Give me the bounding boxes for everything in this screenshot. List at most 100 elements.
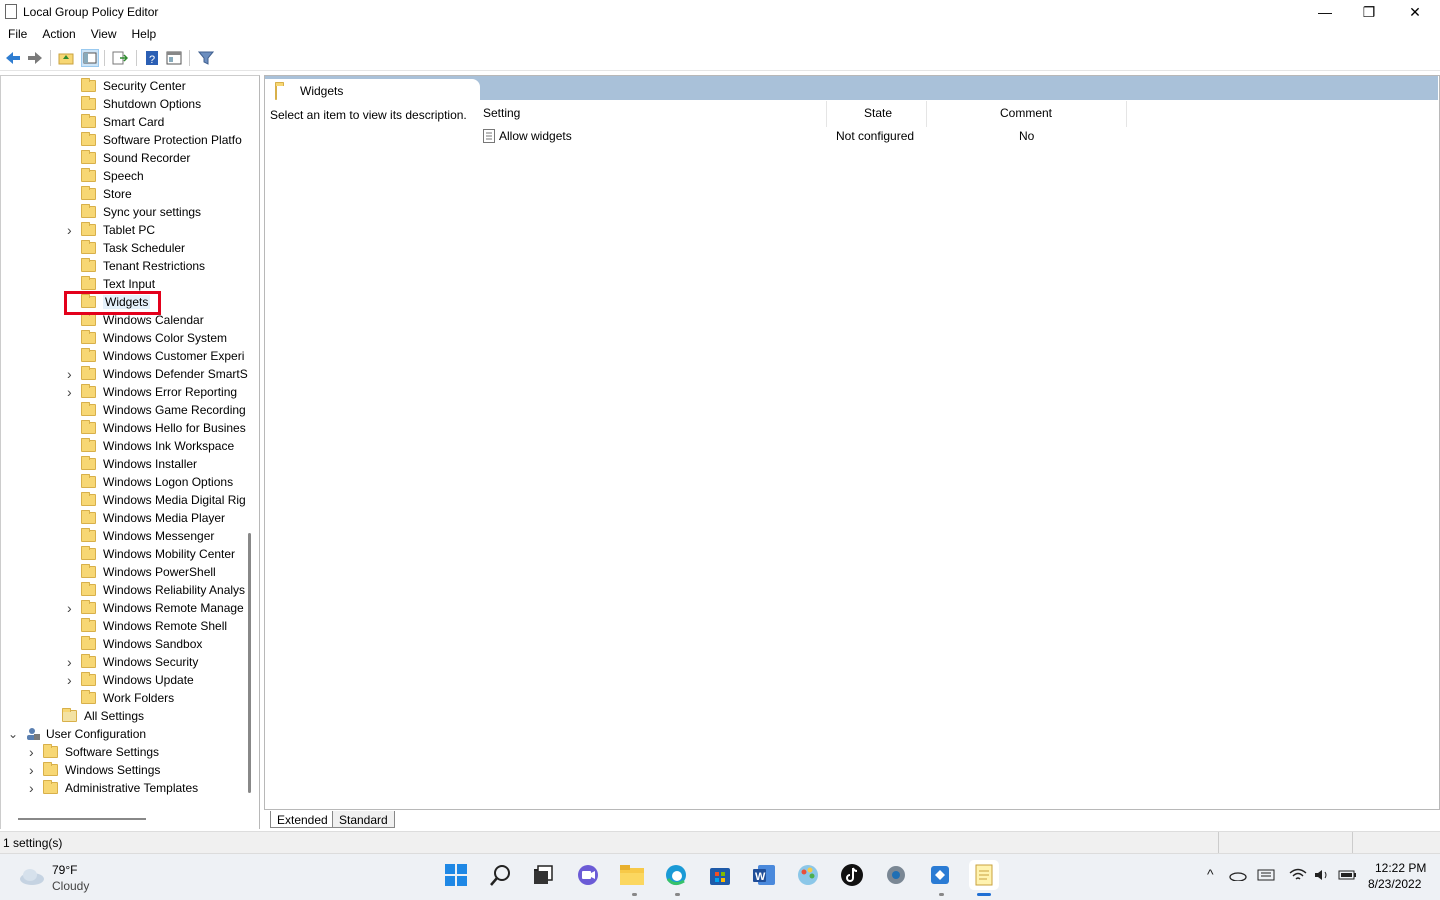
tree-item[interactable]: Windows Mobility Center	[81, 545, 235, 563]
devtools-icon[interactable]	[925, 860, 955, 890]
clock-time[interactable]: 12:22 PM	[1375, 861, 1426, 875]
minimize-button[interactable]: —	[1302, 0, 1348, 24]
edge-icon[interactable]	[661, 860, 691, 890]
tree-item[interactable]: › Software Settings	[29, 743, 159, 761]
tree-item[interactable]: Windows Installer	[81, 455, 197, 473]
chevron-right-icon[interactable]: ›	[29, 780, 34, 796]
tree-item[interactable]: › Windows Error Reporting	[67, 383, 237, 401]
tree-item[interactable]: Security Center	[81, 77, 186, 95]
table-row[interactable]: Allow widgets Not configured No	[481, 128, 1126, 146]
tree-item[interactable]: › Windows Remote Manage	[67, 599, 244, 617]
tree-item[interactable]: Windows Media Digital Rig	[81, 491, 246, 509]
word-icon[interactable]: W	[749, 860, 779, 890]
file-explorer-icon[interactable]	[617, 860, 647, 890]
up-folder-icon[interactable]	[57, 49, 75, 67]
column-header-setting[interactable]: Setting	[483, 106, 520, 120]
notepad-icon[interactable]	[969, 860, 999, 890]
tree-item[interactable]: Windows PowerShell	[81, 563, 216, 581]
onedrive-icon[interactable]	[1229, 869, 1247, 884]
tree-item[interactable]: › Windows Security	[67, 653, 198, 671]
tree-item[interactable]: Windows Remote Shell	[81, 617, 227, 635]
svg-text:?: ?	[149, 54, 155, 66]
tree-item[interactable]: Windows Logon Options	[81, 473, 233, 491]
volume-icon[interactable]	[1313, 868, 1331, 885]
tree-item[interactable]: Task Scheduler	[81, 239, 185, 257]
forward-icon[interactable]	[26, 49, 44, 67]
column-separator[interactable]	[1126, 101, 1127, 127]
tree-item-label: Tenant Restrictions	[103, 259, 206, 273]
column-header-state[interactable]: State	[864, 106, 892, 120]
tab-extended[interactable]: Extended	[270, 811, 335, 828]
tree-item-user-configuration[interactable]: ⌄ User Configuration	[8, 725, 146, 743]
tree-item[interactable]: Sync your settings	[81, 203, 201, 221]
store-icon[interactable]	[705, 860, 735, 890]
wifi-icon[interactable]	[1289, 868, 1307, 885]
paint-icon[interactable]	[793, 860, 823, 890]
chevron-right-icon[interactable]: ›	[67, 600, 72, 616]
export-list-icon[interactable]	[111, 49, 129, 67]
tree-item[interactable]: › Tablet PC	[67, 221, 155, 239]
show-hide-tree-icon[interactable]	[81, 49, 99, 67]
filter-icon[interactable]	[197, 49, 215, 67]
tree-item[interactable]: Windows Media Player	[81, 509, 225, 527]
folder-icon	[81, 456, 96, 470]
menu-file[interactable]: File	[0, 24, 34, 41]
column-separator[interactable]	[826, 101, 827, 127]
chevron-right-icon[interactable]: ›	[67, 222, 72, 238]
column-separator[interactable]	[926, 101, 927, 127]
tree-item[interactable]: › Windows Settings	[29, 761, 160, 779]
tree-item[interactable]: Windows Customer Experi	[81, 347, 244, 365]
status-bar: 1 setting(s)	[0, 831, 1440, 854]
column-header-comment[interactable]: Comment	[1000, 106, 1052, 120]
tiktok-icon[interactable]	[837, 860, 867, 890]
task-view-icon[interactable]	[528, 860, 558, 890]
tree-item[interactable]: › Administrative Templates	[29, 779, 198, 797]
chevron-right-icon[interactable]: ›	[67, 366, 72, 382]
tree-horizontal-scrollbar[interactable]	[18, 818, 146, 820]
chevron-right-icon[interactable]: ›	[67, 384, 72, 400]
tree-item[interactable]: Work Folders	[81, 689, 174, 707]
maximize-button[interactable]: ❐	[1346, 0, 1392, 24]
keyboard-icon[interactable]	[1257, 868, 1275, 885]
menu-view[interactable]: View	[83, 24, 124, 41]
tree-vertical-scrollbar[interactable]	[248, 533, 251, 793]
folder-icon	[81, 114, 96, 128]
battery-icon[interactable]	[1338, 868, 1358, 885]
close-button[interactable]: ✕	[1392, 0, 1438, 24]
chevron-right-icon[interactable]: ›	[29, 762, 34, 778]
menu-help[interactable]: Help	[124, 24, 164, 41]
chevron-right-icon[interactable]: ›	[67, 654, 72, 670]
tree-item[interactable]: Smart Card	[81, 113, 164, 131]
weather-widget[interactable]	[18, 866, 46, 889]
tree-item[interactable]: Shutdown Options	[81, 95, 201, 113]
chevron-down-icon[interactable]: ⌄	[8, 727, 18, 741]
tree-item[interactable]: › Windows Update	[67, 671, 194, 689]
properties-icon[interactable]	[165, 49, 183, 67]
start-icon[interactable]	[441, 860, 471, 890]
tree-item[interactable]: Windows Color System	[81, 329, 227, 347]
tree-item-all-settings[interactable]: All Settings	[62, 707, 144, 725]
tab-standard[interactable]: Standard	[332, 811, 395, 828]
tree-item[interactable]: Windows Ink Workspace	[81, 437, 234, 455]
tree-item[interactable]: Sound Recorder	[81, 149, 190, 167]
tree-item[interactable]: Windows Reliability Analys	[81, 581, 245, 599]
tree-item[interactable]: Store	[81, 185, 132, 203]
tree-item[interactable]: Windows Messenger	[81, 527, 214, 545]
chevron-right-icon[interactable]: ›	[67, 672, 72, 688]
chat-icon[interactable]	[573, 860, 603, 890]
search-icon[interactable]	[485, 860, 515, 890]
tree-item[interactable]: Speech	[81, 167, 144, 185]
tree-item[interactable]: Windows Hello for Busines	[81, 419, 246, 437]
clock-date[interactable]: 8/23/2022	[1368, 877, 1421, 891]
chevron-up-icon[interactable]: ^	[1207, 866, 1214, 882]
tree-item[interactable]: Tenant Restrictions	[81, 257, 205, 275]
back-icon[interactable]	[4, 49, 22, 67]
tree-item[interactable]: Windows Sandbox	[81, 635, 202, 653]
settings-icon[interactable]	[881, 860, 911, 890]
tree-item[interactable]: › Windows Defender SmartS	[67, 365, 248, 383]
chevron-right-icon[interactable]: ›	[29, 744, 34, 760]
tree-item[interactable]: Windows Game Recording	[81, 401, 246, 419]
tree-item[interactable]: Software Protection Platfo	[81, 131, 242, 149]
help-icon[interactable]: ?	[143, 49, 161, 67]
menu-action[interactable]: Action	[34, 24, 82, 41]
